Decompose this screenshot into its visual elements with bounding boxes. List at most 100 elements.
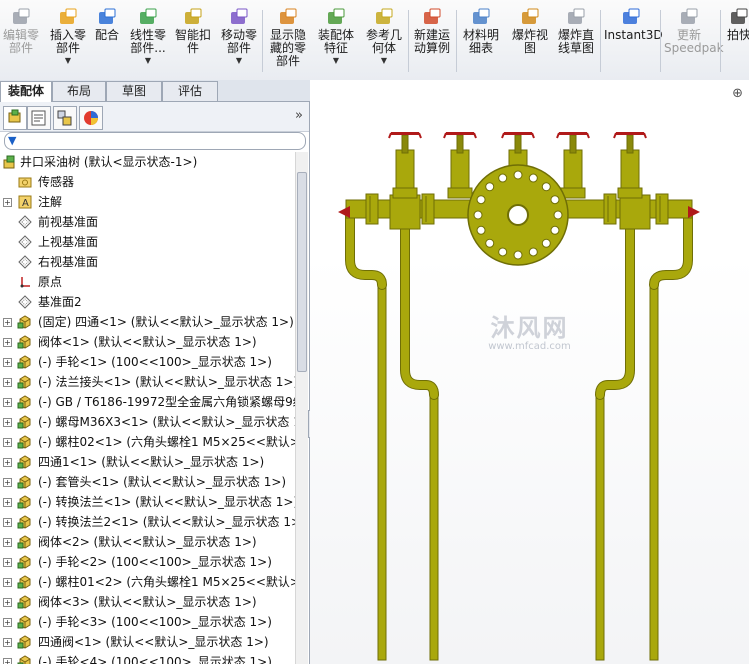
- expand-panel-icon[interactable]: »: [295, 108, 303, 123]
- tree-item[interactable]: + (固定) 四通<1> (默认<<默认>_显示状态 1>): [0, 312, 296, 332]
- expand-icon[interactable]: +: [3, 358, 12, 367]
- show-hidden-button[interactable]: 显示隐 藏的零 部件: [266, 8, 310, 78]
- smart-fasteners-button[interactable]: 智能扣 件: [172, 8, 214, 78]
- tab-2[interactable]: 草图: [106, 81, 162, 101]
- zoom-to-fit-icon[interactable]: ⊕: [732, 86, 743, 101]
- mate-button[interactable]: 配合: [92, 8, 122, 78]
- move-component-button[interactable]: 移动零 部件 ▼: [218, 8, 260, 78]
- graphics-area[interactable]: ⊕ 沐风网 www.mfcad.com: [310, 80, 749, 664]
- tree-item[interactable]: + 四通1<1> (默认<<默认>_显示状态 1>): [0, 452, 296, 472]
- tree-item[interactable]: + (-) 手轮<1> (100<<100>_显示状态 1>): [0, 352, 296, 372]
- tree-item[interactable]: 右视基准面: [0, 252, 296, 272]
- expand-icon[interactable]: +: [3, 498, 12, 507]
- ribbon-button-label: 新建运 动算例: [413, 28, 450, 55]
- dropdown-arrow-icon[interactable]: ▼: [218, 56, 260, 65]
- snapshot-button[interactable]: 拍快: [724, 8, 749, 78]
- tab-3[interactable]: 评估: [162, 81, 218, 101]
- tree-item[interactable]: + (-) 手轮<2> (100<<100>_显示状态 1>): [0, 552, 296, 572]
- instant3d-button[interactable]: Instant3D: [604, 8, 663, 78]
- dropdown-arrow-icon[interactable]: ▼: [314, 56, 358, 65]
- expand-icon[interactable]: +: [3, 378, 12, 387]
- dropdown-arrow-icon[interactable]: ▼: [362, 56, 406, 65]
- tree-item[interactable]: + 阀体<1> (默认<<默认>_显示状态 1>): [0, 332, 296, 352]
- expand-icon[interactable]: +: [3, 438, 12, 447]
- part-icon: [17, 355, 31, 369]
- tree-item[interactable]: + (-) GB / T6186-19972型全金属六角锁紧螺母9级: [0, 392, 296, 412]
- tree-item-label: 阀体<3> (默认<<默认>_显示状态 1>): [38, 595, 257, 609]
- tree-item[interactable]: + A 注解: [0, 192, 296, 212]
- tree-root[interactable]: 井口采油树 (默认<显示状态-1>): [0, 152, 296, 172]
- expand-icon[interactable]: +: [3, 478, 12, 487]
- tree-item[interactable]: 上视基准面: [0, 232, 296, 252]
- tree-item[interactable]: + 四通阀<1> (默认<<默认>_显示状态 1>): [0, 632, 296, 652]
- explode-line-sketch-button[interactable]: 爆炸直 线草图: [554, 8, 598, 78]
- wellhead-model[interactable]: [310, 80, 749, 664]
- tab-1[interactable]: 布局: [52, 81, 106, 101]
- tree-scrollbar-thumb[interactable]: [297, 172, 307, 372]
- reference-geometry-button[interactable]: 参考几 何体 ▼: [362, 8, 406, 78]
- tab-0[interactable]: 装配体: [0, 81, 52, 102]
- expand-icon[interactable]: +: [3, 578, 12, 587]
- show-hidden-icon: [280, 8, 297, 24]
- property-manager-tab-icon[interactable]: [27, 106, 51, 130]
- tree-item[interactable]: + (-) 螺柱01<2> (六角头螺栓1 M5×25<<默认>_: [0, 572, 296, 592]
- tree-item-label: (-) GB / T6186-19972型全金属六角锁紧螺母9级: [38, 395, 296, 409]
- speedpak-button[interactable]: 更新 Speedpak: [664, 8, 724, 78]
- tree-item[interactable]: + (-) 法兰接头<1> (默认<<默认>_显示状态 1>): [0, 372, 296, 392]
- feature-manager-panel: » ▼ 井口采油树 (默认<显示状态-1>) 传感器 + A 注解 前视基准面 上视基准面右…: [0, 102, 310, 664]
- tree-item-label: (固定) 四通<1> (默认<<默认>_显示状态 1>): [38, 315, 294, 329]
- expand-icon[interactable]: +: [3, 318, 12, 327]
- tree-item[interactable]: 基准面2: [0, 292, 296, 312]
- ribbon-button-label: 拍快: [726, 28, 749, 42]
- expand-icon[interactable]: +: [3, 618, 12, 627]
- tree-scrollbar[interactable]: [295, 152, 308, 664]
- ribbon-button-label: 更新 Speedpak: [664, 28, 724, 55]
- expand-icon[interactable]: +: [3, 558, 12, 567]
- exploded-view-button[interactable]: 爆炸视 图: [508, 8, 552, 78]
- tree-item[interactable]: + (-) 手轮<3> (100<<100>_显示状态 1>): [0, 612, 296, 632]
- tree-item-label: (-) 螺柱01<2> (六角头螺栓1 M5×25<<默认>_: [38, 575, 296, 589]
- ribbon-separator: [262, 10, 263, 72]
- expand-icon[interactable]: +: [3, 638, 12, 647]
- assembly-feature-button[interactable]: 装配体 特征 ▼: [314, 8, 358, 78]
- configuration-manager-tab-icon[interactable]: [53, 106, 77, 130]
- tree-item-label: 传感器: [38, 175, 75, 189]
- expand-icon[interactable]: +: [3, 398, 12, 407]
- bom-button[interactable]: 材料明 细表: [460, 8, 502, 78]
- tree-item[interactable]: + (-) 转换法兰2<1> (默认<<默认>_显示状态 1>): [0, 512, 296, 532]
- expand-icon[interactable]: +: [3, 598, 12, 607]
- tree-item[interactable]: + (-) 转换法兰<1> (默认<<默认>_显示状态 1>): [0, 492, 296, 512]
- tree-item[interactable]: + (-) 套管头<1> (默认<<默认>_显示状态 1>): [0, 472, 296, 492]
- tree-item[interactable]: + (-) 手轮<4> (100<<100>_显示状态 1>): [0, 652, 296, 664]
- display-manager-tab-icon[interactable]: [79, 106, 103, 130]
- filter-icon[interactable]: ▼: [8, 134, 16, 147]
- dropdown-arrow-icon[interactable]: ▼: [48, 56, 88, 65]
- insert-component-button[interactable]: 插入零 部件 ▼: [48, 8, 88, 78]
- tree-item[interactable]: 传感器: [0, 172, 296, 192]
- dropdown-arrow-icon[interactable]: ▼: [128, 56, 168, 65]
- flange-bolt-6: [485, 238, 495, 248]
- expand-icon[interactable]: +: [3, 458, 12, 467]
- tree-filter-input[interactable]: ▼: [4, 132, 306, 150]
- tree-item[interactable]: 前视基准面: [0, 212, 296, 232]
- edit-component-button[interactable]: 编辑零 部件: [0, 8, 42, 78]
- part-icon: [17, 495, 31, 509]
- tree-item[interactable]: + (-) 螺柱02<1> (六角头螺栓1 M5×25<<默认>_: [0, 432, 296, 452]
- tree-item[interactable]: + 阀体<3> (默认<<默认>_显示状态 1>): [0, 592, 296, 612]
- tree-item[interactable]: + (-) 螺母M36X3<1> (默认<<默认>_显示状态 1: [0, 412, 296, 432]
- expand-icon[interactable]: +: [3, 338, 12, 347]
- new-motion-study-button[interactable]: 新建运 动算例: [410, 8, 454, 78]
- feature-tree-tab-icon[interactable]: [3, 106, 27, 130]
- assembly-feature-icon: [328, 8, 345, 24]
- tree-item[interactable]: + 阀体<2> (默认<<默认>_显示状态 1>): [0, 532, 296, 552]
- expand-icon[interactable]: +: [3, 538, 12, 547]
- expand-icon[interactable]: +: [3, 518, 12, 527]
- expand-icon[interactable]: +: [3, 418, 12, 427]
- expand-icon[interactable]: +: [3, 658, 12, 664]
- ribbon-button-label: 插入零 部件: [49, 28, 86, 55]
- expand-icon[interactable]: +: [3, 198, 12, 207]
- linear-pattern-button[interactable]: 线性零 部件... ▼: [128, 8, 168, 78]
- tree-item-label: 注解: [38, 195, 63, 209]
- tree-item[interactable]: 原点: [0, 272, 296, 292]
- instant3d-icon: [623, 8, 640, 24]
